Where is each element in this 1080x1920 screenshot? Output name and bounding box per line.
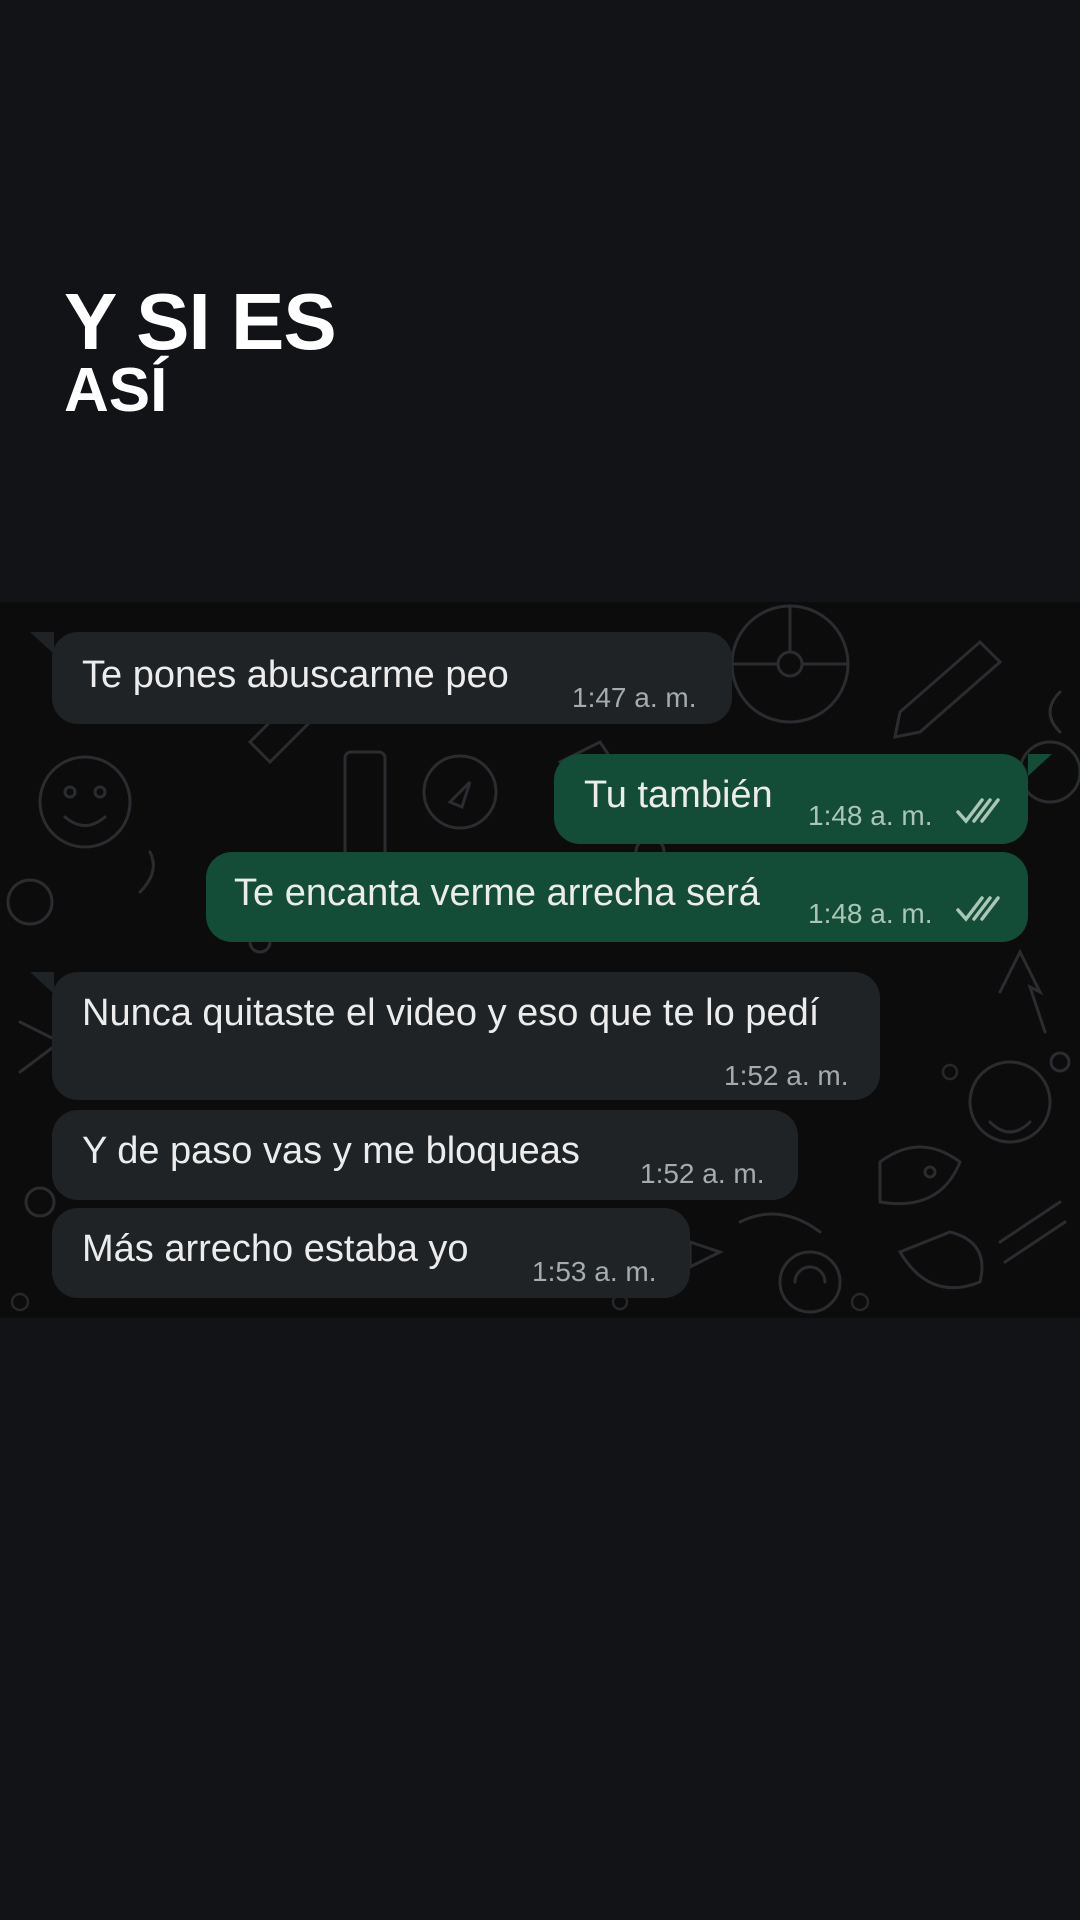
outgoing-bubble-tail	[1028, 754, 1052, 776]
incoming-message[interactable]: Nunca quitaste el video y eso que te lo …	[52, 972, 880, 1100]
message-time: 1:48 a. m.	[808, 800, 933, 831]
message-text: Te pones abuscarme peo	[82, 654, 509, 696]
message-text: Nunca quitaste el video y eso que te lo …	[82, 992, 820, 1034]
double-check-icon	[956, 798, 1000, 824]
double-check-icon	[956, 896, 1000, 922]
caption-line-2: ASÍ	[64, 356, 168, 425]
message-time: 1:53 a. m.	[532, 1256, 657, 1287]
incoming-message[interactable]: Y de paso vas y me bloqueas 1:52 a. m.	[52, 1110, 798, 1200]
message-text: Y de paso vas y me bloqueas	[82, 1130, 580, 1172]
caption-line-1: Y SI ES	[64, 277, 337, 366]
incoming-bubble-tail	[30, 632, 54, 654]
message-text: Te encanta verme arrecha será	[234, 872, 760, 914]
message-text: Más arrecho estaba yo	[82, 1228, 469, 1270]
incoming-message[interactable]: Más arrecho estaba yo 1:53 a. m.	[52, 1208, 690, 1298]
incoming-bubble-tail	[30, 972, 54, 994]
chat-screenshot: Te pones abuscarme peo 1:47 a. m. Tu tam…	[0, 602, 1080, 1318]
outgoing-message[interactable]: Te encanta verme arrecha será 1:48 a. m.	[206, 852, 1028, 942]
incoming-message[interactable]: Te pones abuscarme peo 1:47 a. m.	[52, 632, 732, 724]
message-time: 1:52 a. m.	[640, 1158, 765, 1189]
message-time: 1:48 a. m.	[808, 898, 933, 929]
message-time: 1:52 a. m.	[724, 1060, 849, 1091]
outgoing-message[interactable]: Tu también 1:48 a. m.	[554, 754, 1028, 844]
message-text: Tu también	[584, 774, 773, 816]
overlay-caption: Y SI ES ASÍ	[64, 277, 337, 425]
message-time: 1:47 a. m.	[572, 682, 697, 713]
